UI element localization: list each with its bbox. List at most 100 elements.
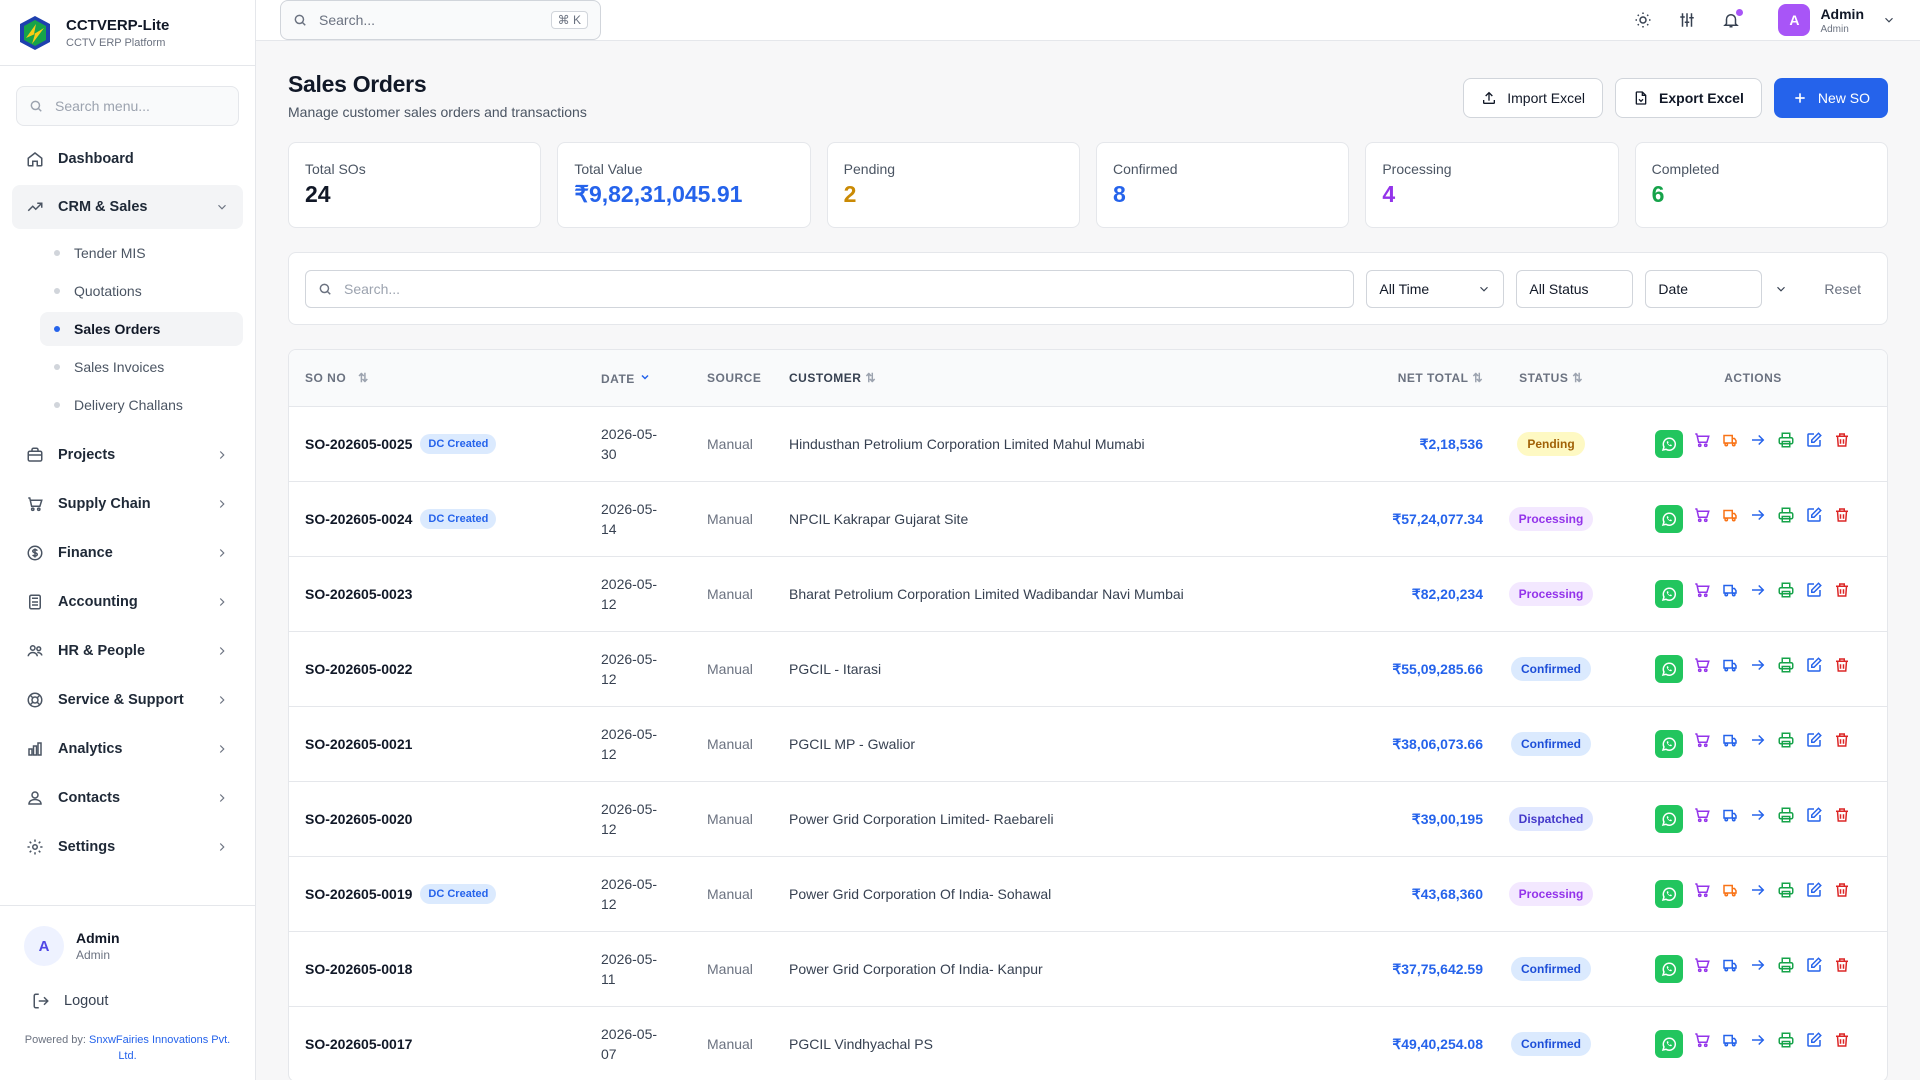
reset-button[interactable]: Reset: [1800, 281, 1871, 297]
edit-button[interactable]: [1804, 805, 1823, 824]
purchase-order-button[interactable]: [1692, 955, 1711, 974]
convert-arrow-button[interactable]: [1748, 580, 1767, 599]
sidebar-item-supply-chain[interactable]: Supply Chain: [12, 481, 243, 527]
column-date[interactable]: DATE: [601, 371, 707, 386]
sidebar-item-settings[interactable]: Settings: [12, 824, 243, 870]
sidebar-subitem-delivery-challans[interactable]: Delivery Challans: [40, 388, 243, 422]
edit-button[interactable]: [1804, 655, 1823, 674]
delete-button[interactable]: [1832, 1030, 1851, 1049]
convert-arrow-button[interactable]: [1748, 730, 1767, 749]
table-row[interactable]: SO-202605-0025 DC Created 2026-05- 30 Manu…: [289, 406, 1887, 481]
purchase-order-button[interactable]: [1692, 805, 1711, 824]
convert-arrow-button[interactable]: [1748, 430, 1767, 449]
sidebar-subitem-quotations[interactable]: Quotations: [40, 274, 243, 308]
whatsapp-button[interactable]: [1655, 655, 1683, 683]
sidebar-item-hr-people[interactable]: HR & People: [12, 628, 243, 674]
print-button[interactable]: [1776, 505, 1795, 524]
delete-button[interactable]: [1832, 805, 1851, 824]
so-number[interactable]: SO-202605-0021: [305, 736, 412, 752]
whatsapp-button[interactable]: [1655, 580, 1683, 608]
print-button[interactable]: [1776, 880, 1795, 899]
column-so-no[interactable]: SO NO ⇅: [289, 371, 601, 385]
delivery-challan-button[interactable]: [1720, 955, 1739, 974]
column-net-total[interactable]: NET TOTAL ⇅: [1349, 371, 1483, 385]
purchase-order-button[interactable]: [1692, 730, 1711, 749]
table-row[interactable]: SO-202605-0019 DC Created 2026-05- 12 Manu…: [289, 856, 1887, 931]
edit-button[interactable]: [1804, 880, 1823, 899]
so-number[interactable]: SO-202605-0024: [305, 511, 412, 527]
orders-search-input[interactable]: Search...: [305, 269, 1355, 308]
delivery-challan-button[interactable]: [1720, 430, 1739, 449]
delivery-challan-button[interactable]: [1720, 655, 1739, 674]
purchase-order-button[interactable]: [1692, 430, 1711, 449]
purchase-order-button[interactable]: [1692, 505, 1711, 524]
delivery-challan-button[interactable]: [1720, 730, 1739, 749]
sidebar-item-finance[interactable]: Finance: [12, 530, 243, 576]
user-menu[interactable]: A Admin Admin: [1778, 4, 1896, 36]
sidebar-subitem-sales-invoices[interactable]: Sales Invoices: [40, 350, 243, 384]
purchase-order-button[interactable]: [1692, 580, 1711, 599]
table-row[interactable]: SO-202605-0021 2026-05- 12 Manual PGCIL M…: [289, 706, 1887, 781]
convert-arrow-button[interactable]: [1748, 955, 1767, 974]
convert-arrow-button[interactable]: [1748, 655, 1767, 674]
period-select[interactable]: All Time: [1366, 269, 1505, 308]
so-number[interactable]: SO-202605-0018: [305, 961, 412, 977]
chevron-down-icon[interactable]: [1774, 282, 1788, 296]
delete-button[interactable]: [1832, 430, 1851, 449]
print-button[interactable]: [1776, 955, 1795, 974]
column-customer[interactable]: CUSTOMER ⇅: [789, 371, 1349, 385]
edit-button[interactable]: [1804, 505, 1823, 524]
edit-button[interactable]: [1804, 430, 1823, 449]
delete-button[interactable]: [1832, 955, 1851, 974]
print-button[interactable]: [1776, 655, 1795, 674]
delivery-challan-button[interactable]: [1720, 805, 1739, 824]
table-row[interactable]: SO-202605-0017 2026-05- 07 Manual PGCIL V…: [289, 1006, 1887, 1080]
delivery-challan-button[interactable]: [1720, 1030, 1739, 1049]
delete-button[interactable]: [1832, 580, 1851, 599]
delivery-challan-button[interactable]: [1720, 580, 1739, 599]
so-number[interactable]: SO-202605-0017: [305, 1036, 412, 1052]
table-row[interactable]: SO-202605-0018 2026-05- 11 Manual Power G…: [289, 931, 1887, 1006]
sort-select[interactable]: Date: [1645, 269, 1763, 308]
sidebar-subitem-tender-mis[interactable]: Tender MIS: [40, 236, 243, 270]
print-button[interactable]: [1776, 1030, 1795, 1049]
whatsapp-button[interactable]: [1655, 730, 1683, 758]
sidebar-item-analytics[interactable]: Analytics: [12, 726, 243, 772]
notifications-button[interactable]: [1722, 9, 1744, 29]
delivery-challan-button[interactable]: [1720, 505, 1739, 524]
menu-search-input[interactable]: Search menu...: [16, 86, 239, 126]
export-excel-button[interactable]: Export Excel: [1615, 78, 1762, 118]
global-search-input[interactable]: Search... ⌘ K: [280, 0, 601, 40]
sliders-icon[interactable]: [1678, 11, 1696, 29]
whatsapp-button[interactable]: [1655, 1030, 1683, 1058]
delete-button[interactable]: [1832, 880, 1851, 899]
so-number[interactable]: SO-202605-0019: [305, 886, 412, 902]
delete-button[interactable]: [1832, 730, 1851, 749]
table-row[interactable]: SO-202605-0024 DC Created 2026-05- 14 Manu…: [289, 481, 1887, 556]
print-button[interactable]: [1776, 580, 1795, 599]
sidebar-item-contacts[interactable]: Contacts: [12, 775, 243, 821]
edit-button[interactable]: [1804, 730, 1823, 749]
convert-arrow-button[interactable]: [1748, 880, 1767, 899]
edit-button[interactable]: [1804, 580, 1823, 599]
import-excel-button[interactable]: Import Excel: [1463, 78, 1604, 118]
print-button[interactable]: [1776, 730, 1795, 749]
sidebar-item-dashboard[interactable]: Dashboard: [12, 136, 243, 182]
sidebar-item-projects[interactable]: Projects: [12, 432, 243, 478]
sun-icon[interactable]: [1634, 11, 1652, 29]
status-select[interactable]: All Status: [1516, 269, 1634, 308]
print-button[interactable]: [1776, 430, 1795, 449]
whatsapp-button[interactable]: [1655, 880, 1683, 908]
whatsapp-button[interactable]: [1655, 955, 1683, 983]
edit-button[interactable]: [1804, 955, 1823, 974]
new-so-button[interactable]: New SO: [1773, 78, 1888, 118]
edit-button[interactable]: [1804, 1030, 1823, 1049]
delete-button[interactable]: [1832, 505, 1851, 524]
convert-arrow-button[interactable]: [1748, 805, 1767, 824]
sidebar-item-crm-sales[interactable]: CRM & Sales: [12, 185, 243, 229]
table-row[interactable]: SO-202605-0023 2026-05- 12 Manual Bharat …: [289, 556, 1887, 631]
sidebar-user[interactable]: A Admin Admin: [24, 926, 231, 966]
table-row[interactable]: SO-202605-0022 2026-05- 12 Manual PGCIL -…: [289, 631, 1887, 706]
sidebar-subitem-sales-orders[interactable]: Sales Orders: [40, 312, 243, 346]
purchase-order-button[interactable]: [1692, 880, 1711, 899]
